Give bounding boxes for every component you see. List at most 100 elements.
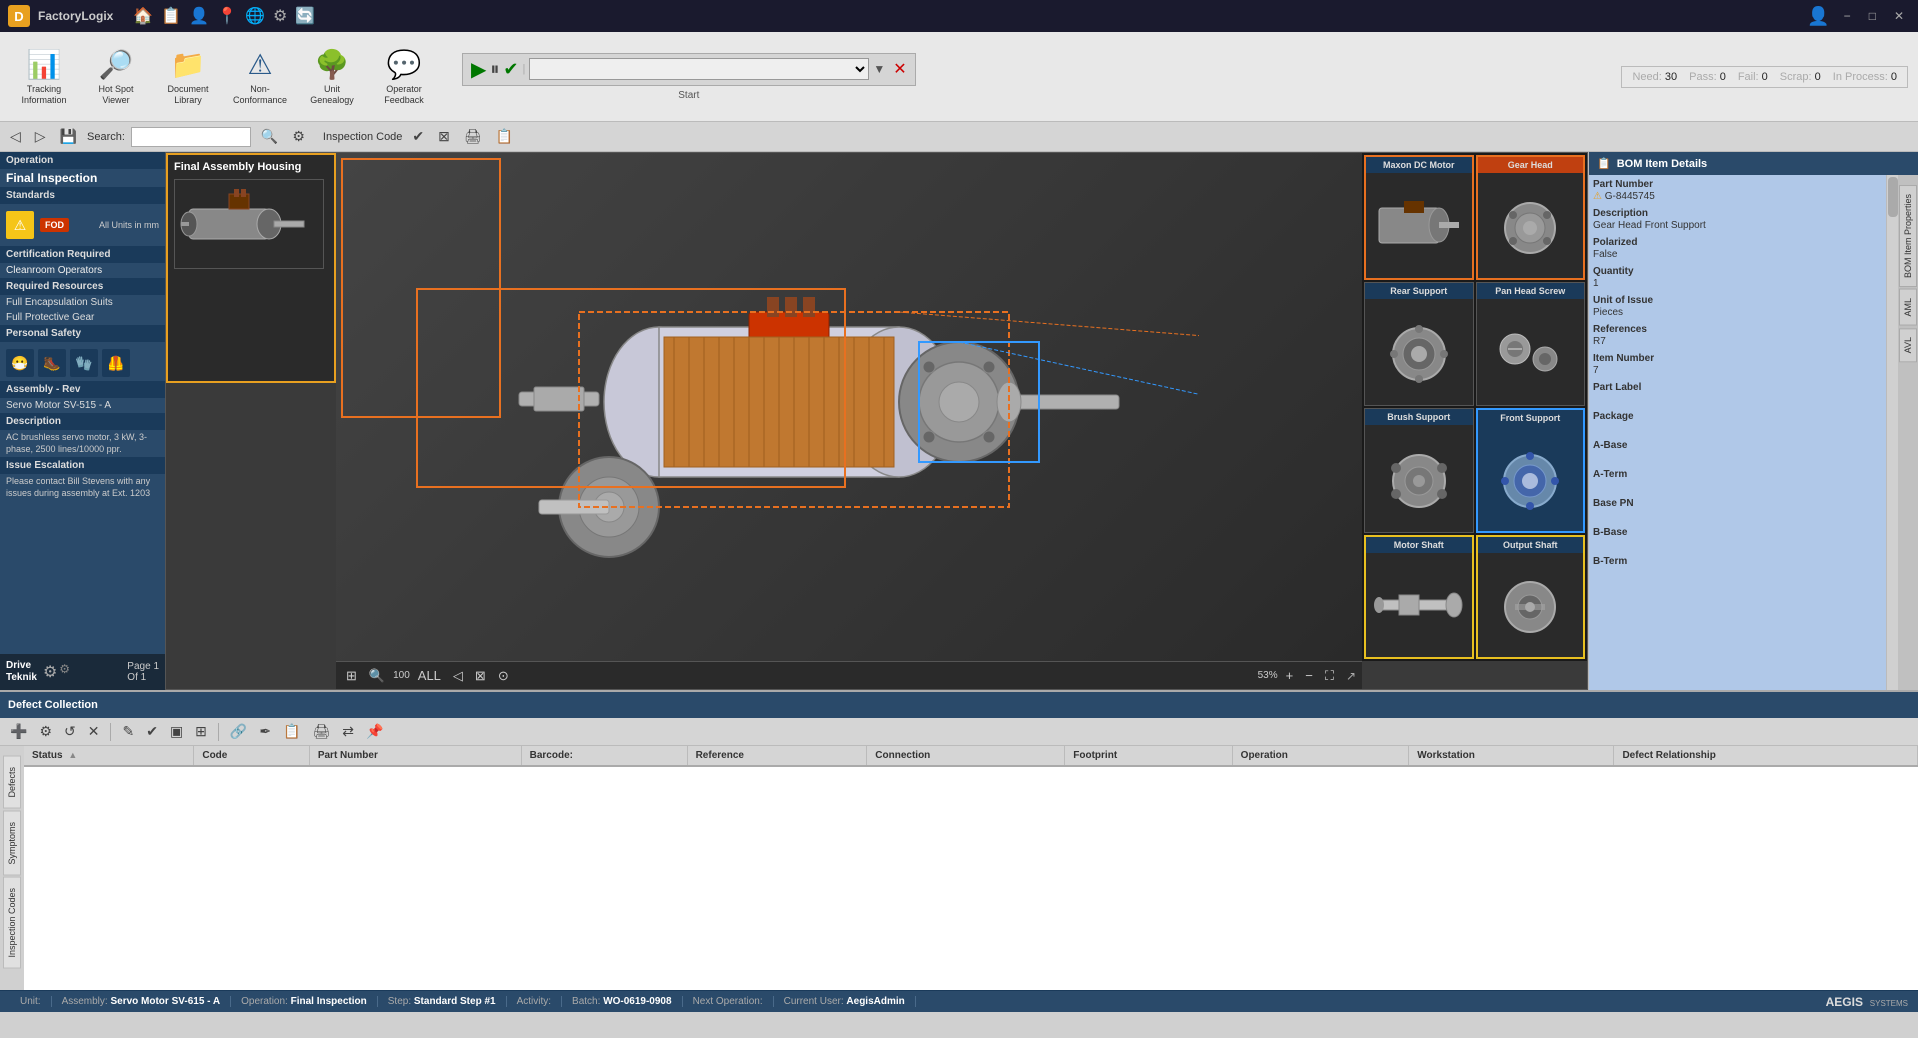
grid-view-button[interactable]: ⊞ (342, 666, 361, 686)
sort-arrow[interactable]: ▲ (68, 750, 77, 760)
print-defect-button[interactable]: 🖨 (309, 721, 335, 742)
location-icon[interactable]: 📍 (217, 6, 237, 26)
user-profile-icon[interactable]: 👤 (1807, 6, 1829, 27)
start-label: Start (678, 90, 699, 101)
check-action-icon[interactable]: ✔ (408, 126, 428, 147)
copy-action-icon[interactable]: 📋 (492, 126, 517, 147)
document-library-button[interactable]: 📁 Document Library (154, 39, 222, 114)
comp-rear-support[interactable]: Rear Support (1364, 282, 1474, 407)
3d-viewer[interactable] (336, 153, 1362, 661)
settings-defect-button[interactable]: ⚙ (35, 721, 56, 742)
resource-2: Full Protective Gear (0, 310, 165, 325)
left-panel: Operation Final Inspection Standards ⚠ F… (0, 152, 165, 690)
confirm-defect-button[interactable]: ✔ (142, 721, 162, 742)
comp-pan-head-screw[interactable]: Pan Head Screw (1476, 282, 1586, 407)
playback-close-button[interactable]: ✕ (893, 59, 906, 79)
issue-text: Please contact Bill Stevens with any iss… (0, 474, 165, 501)
print-action-icon[interactable]: 🖨 (460, 126, 486, 147)
fit-all-button[interactable]: ALL (414, 666, 445, 685)
itemnum-label: Item Number (1593, 353, 1882, 364)
cross-button[interactable]: ⊠ (471, 666, 490, 686)
refresh-defect-button[interactable]: ↺ (60, 721, 80, 742)
logo-line2: Teknik (6, 672, 37, 683)
unit-genealogy-button[interactable]: 🌳 Unit Genealogy (298, 39, 366, 114)
operation-name: Final Inspection (0, 169, 165, 187)
link-defect-button[interactable]: 🔗 (226, 721, 251, 742)
non-conformance-label: Non-Conformance (231, 84, 289, 106)
settings-icon[interactable]: ⚙ (273, 6, 287, 26)
defect-section: Defect Collection ➕ ⚙ ↺ ✕ ✎ ✔ ▣ ⊞ 🔗 ✒ 📋 … (0, 690, 1918, 990)
prev-view-button[interactable]: ◁ (449, 666, 467, 686)
defect-header: Defect Collection (0, 692, 1918, 718)
save-sec-button[interactable]: 💾 (56, 126, 81, 147)
field-a-term: A-Term (1593, 469, 1882, 492)
defects-tab[interactable]: Defects (3, 756, 21, 809)
sb-operation: Operation: Final Inspection (231, 996, 378, 1007)
edit-defect-button[interactable]: ✎ (118, 721, 138, 742)
settings-sec-icon[interactable]: ⚙ (288, 126, 309, 147)
clipboard-icon[interactable]: 📋 (161, 6, 181, 26)
close-button[interactable]: ✕ (1888, 7, 1910, 25)
of-value: 1 (141, 672, 147, 683)
user-icon[interactable]: 👤 (189, 6, 209, 26)
fullscreen-button[interactable]: ⛶ (1321, 666, 1338, 686)
in-process-label: In Process: 0 (1833, 71, 1897, 83)
step-dropdown[interactable] (529, 58, 869, 80)
nav-icons: 🏠 📋 👤 📍 🌐 ⚙ 🔄 (133, 6, 315, 26)
bom-scrollbar[interactable] (1886, 175, 1898, 690)
globe-icon[interactable]: 🌐 (245, 6, 265, 26)
comp-output-shaft[interactable]: Output Shaft (1476, 535, 1586, 660)
boot-icon: 🥾 (38, 349, 66, 377)
bom-properties-tab[interactable]: BOM Item Properties (1899, 185, 1917, 287)
clip-defect-button[interactable]: 📋 (279, 721, 304, 742)
zoom-in-button[interactable]: + (1282, 666, 1298, 685)
minimize-button[interactable]: − (1838, 7, 1857, 25)
tracking-info-button[interactable]: 📊 Tracking Information (10, 39, 78, 114)
search-execute-icon[interactable]: 🔍 (257, 126, 282, 147)
selection-rect-orange2 (341, 158, 501, 418)
comp-motor-shaft[interactable]: Motor Shaft (1364, 535, 1474, 660)
zoom-out-button[interactable]: − (1301, 666, 1317, 685)
back-button[interactable]: ◁ (6, 126, 25, 147)
field-quantity: Quantity 1 (1593, 266, 1882, 289)
target-button[interactable]: ⊙ (494, 666, 513, 686)
pause-button[interactable]: ⏸ (490, 59, 499, 80)
col-part-number: Part Number (309, 746, 521, 766)
genealogy-icon: 🌳 (315, 48, 350, 81)
search-input[interactable] (131, 127, 251, 147)
comp-maxon-dc-motor[interactable]: Maxon DC Motor (1364, 155, 1474, 280)
home-icon[interactable]: 🏠 (133, 6, 153, 26)
grid-defect-button[interactable]: ▣ (166, 721, 187, 742)
scroll-thumb[interactable] (1888, 177, 1898, 217)
non-conformance-button[interactable]: ⚠ Non-Conformance (226, 39, 294, 114)
pen-defect-button[interactable]: ✒ (255, 721, 275, 742)
hot-spot-viewer-button[interactable]: 🔎 Hot Spot Viewer (82, 39, 150, 114)
feedback-label: Operator Feedback (375, 84, 433, 106)
play-button[interactable]: ▶ (471, 57, 486, 82)
check-button[interactable]: ✔ (503, 59, 518, 80)
viewer-bottom-bar: ⊞ 🔍 100 ALL ◁ ⊠ ⊙ 53% + − ⛶ ↗ (336, 661, 1362, 689)
window-controls: − □ ✕ (1838, 7, 1910, 25)
inspection-code-label: Inspection Code (323, 131, 403, 143)
table-defect-button[interactable]: ⊞ (191, 721, 211, 742)
transfer-defect-button[interactable]: ⇄ (338, 721, 358, 742)
comp-front-support[interactable]: Front Support (1476, 408, 1586, 533)
avl-tab[interactable]: AVL (1899, 328, 1917, 362)
comp-brush-support[interactable]: Brush Support (1364, 408, 1474, 533)
cancel-action-icon[interactable]: ⊠ (434, 126, 454, 147)
dropdown-open-icon[interactable]: ▼ (873, 62, 885, 76)
add-defect-button[interactable]: ➕ (6, 721, 31, 742)
aml-tab[interactable]: AML (1899, 289, 1917, 326)
inspection-codes-tab[interactable]: Inspection Codes (3, 877, 21, 969)
delete-defect-button[interactable]: ✕ (84, 721, 104, 742)
tracking-label: Tracking Information (15, 84, 73, 106)
pin-defect-button[interactable]: 📌 (362, 721, 387, 742)
maximize-button[interactable]: □ (1863, 7, 1882, 25)
operator-feedback-button[interactable]: 💬 Operator Feedback (370, 39, 438, 114)
zoom-fit-button[interactable]: 🔍 (365, 666, 389, 686)
bbase-value (1593, 539, 1882, 550)
comp-gear-head[interactable]: Gear Head (1476, 155, 1586, 280)
symptoms-tab[interactable]: Symptoms (3, 811, 21, 876)
forward-button[interactable]: ▷ (31, 126, 50, 147)
refresh-icon[interactable]: 🔄 (295, 6, 315, 26)
